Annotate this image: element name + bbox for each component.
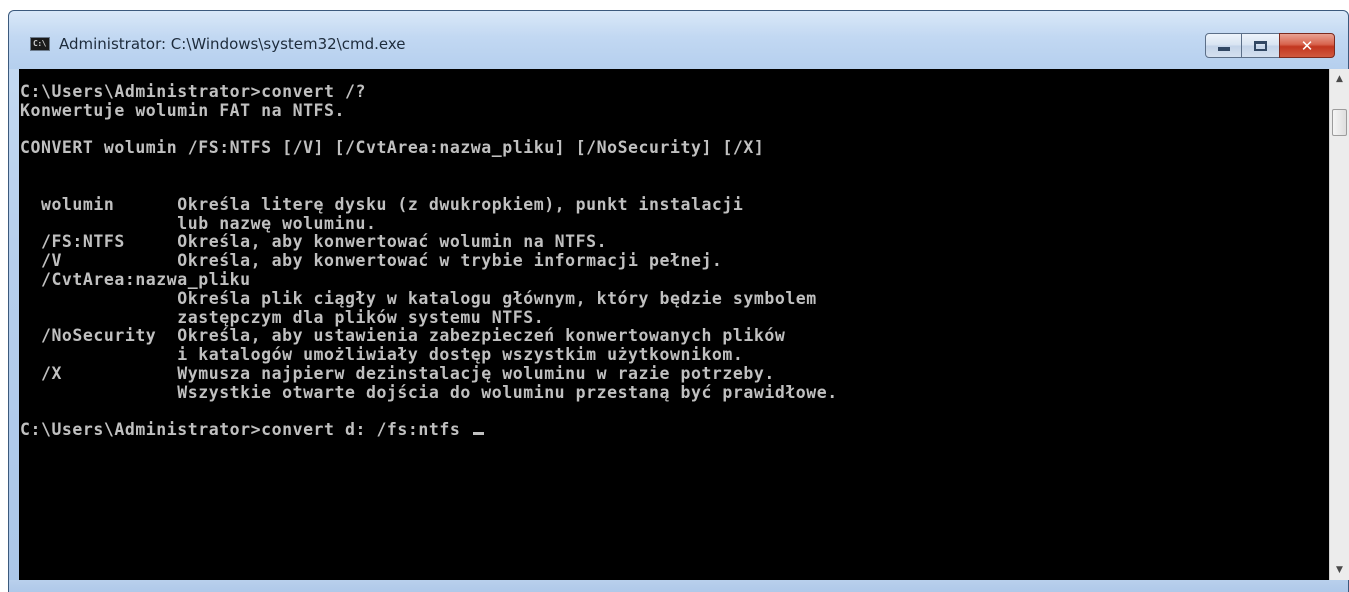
title-bar[interactable]: C:\ Administrator: C:\Windows\system32\c… xyxy=(9,11,1348,69)
minimize-icon xyxy=(1217,47,1230,51)
cmd-window: C:\ Administrator: C:\Windows\system32\c… xyxy=(8,10,1349,592)
console-line: /NoSecurity Określa, aby ustawienia zabe… xyxy=(20,326,786,346)
console-line: lub nazwę woluminu. xyxy=(20,213,377,233)
console-line: wolumin Określa literę dysku (z dwukropk… xyxy=(20,194,744,214)
cmd-icon[interactable]: C:\ xyxy=(30,37,50,51)
vertical-scrollbar[interactable]: ▲ ▼ xyxy=(1329,69,1349,580)
console-line: Wszystkie otwarte dojścia do woluminu pr… xyxy=(20,382,838,402)
console-line: i katalogów umożliwiały dostęp wszystkim… xyxy=(20,345,744,365)
console-line: /FS:NTFS Określa, aby konwertować wolumi… xyxy=(20,232,608,252)
console-line: CONVERT wolumin /FS:NTFS [/V] [/CvtArea:… xyxy=(20,138,765,158)
console-line: C:\Users\Administrator>convert /? xyxy=(20,82,366,101)
scroll-up-arrow-icon[interactable]: ▲ xyxy=(1330,69,1349,89)
maximize-button[interactable] xyxy=(1242,33,1279,58)
console-line: /X Wymusza najpierw dezinstalację wolumi… xyxy=(20,363,775,383)
window-title: Administrator: C:\Windows\system32\cmd.e… xyxy=(59,35,406,53)
console-line: zastępczym dla plików systemu NTFS. xyxy=(20,307,545,327)
scrollbar-thumb[interactable] xyxy=(1332,109,1347,136)
window-controls: ✕ xyxy=(1205,33,1335,59)
console-line: C:\Users\Administrator>convert d: /fs:nt… xyxy=(20,421,838,440)
minimize-button[interactable] xyxy=(1205,33,1242,58)
close-button[interactable]: ✕ xyxy=(1279,33,1335,58)
window-bottom-border xyxy=(9,580,1348,592)
console-line: Określa plik ciągły w katalogu głównym, … xyxy=(20,288,817,308)
console-text: C:\Users\Administrator>convert /? Konwert… xyxy=(20,82,838,440)
console-output[interactable]: C:\Users\Administrator>convert /? Konwert… xyxy=(19,69,1329,580)
console-line: /V Określa, aby konwertować w trybie inf… xyxy=(20,251,723,271)
scroll-down-arrow-icon[interactable]: ▼ xyxy=(1330,560,1349,580)
close-icon: ✕ xyxy=(1300,36,1314,55)
maximize-icon xyxy=(1254,40,1267,51)
text-cursor xyxy=(472,432,484,436)
console-line: /CvtArea:nazwa_pliku xyxy=(20,269,251,289)
console-line: Konwertuje wolumin FAT na NTFS. xyxy=(20,100,345,120)
